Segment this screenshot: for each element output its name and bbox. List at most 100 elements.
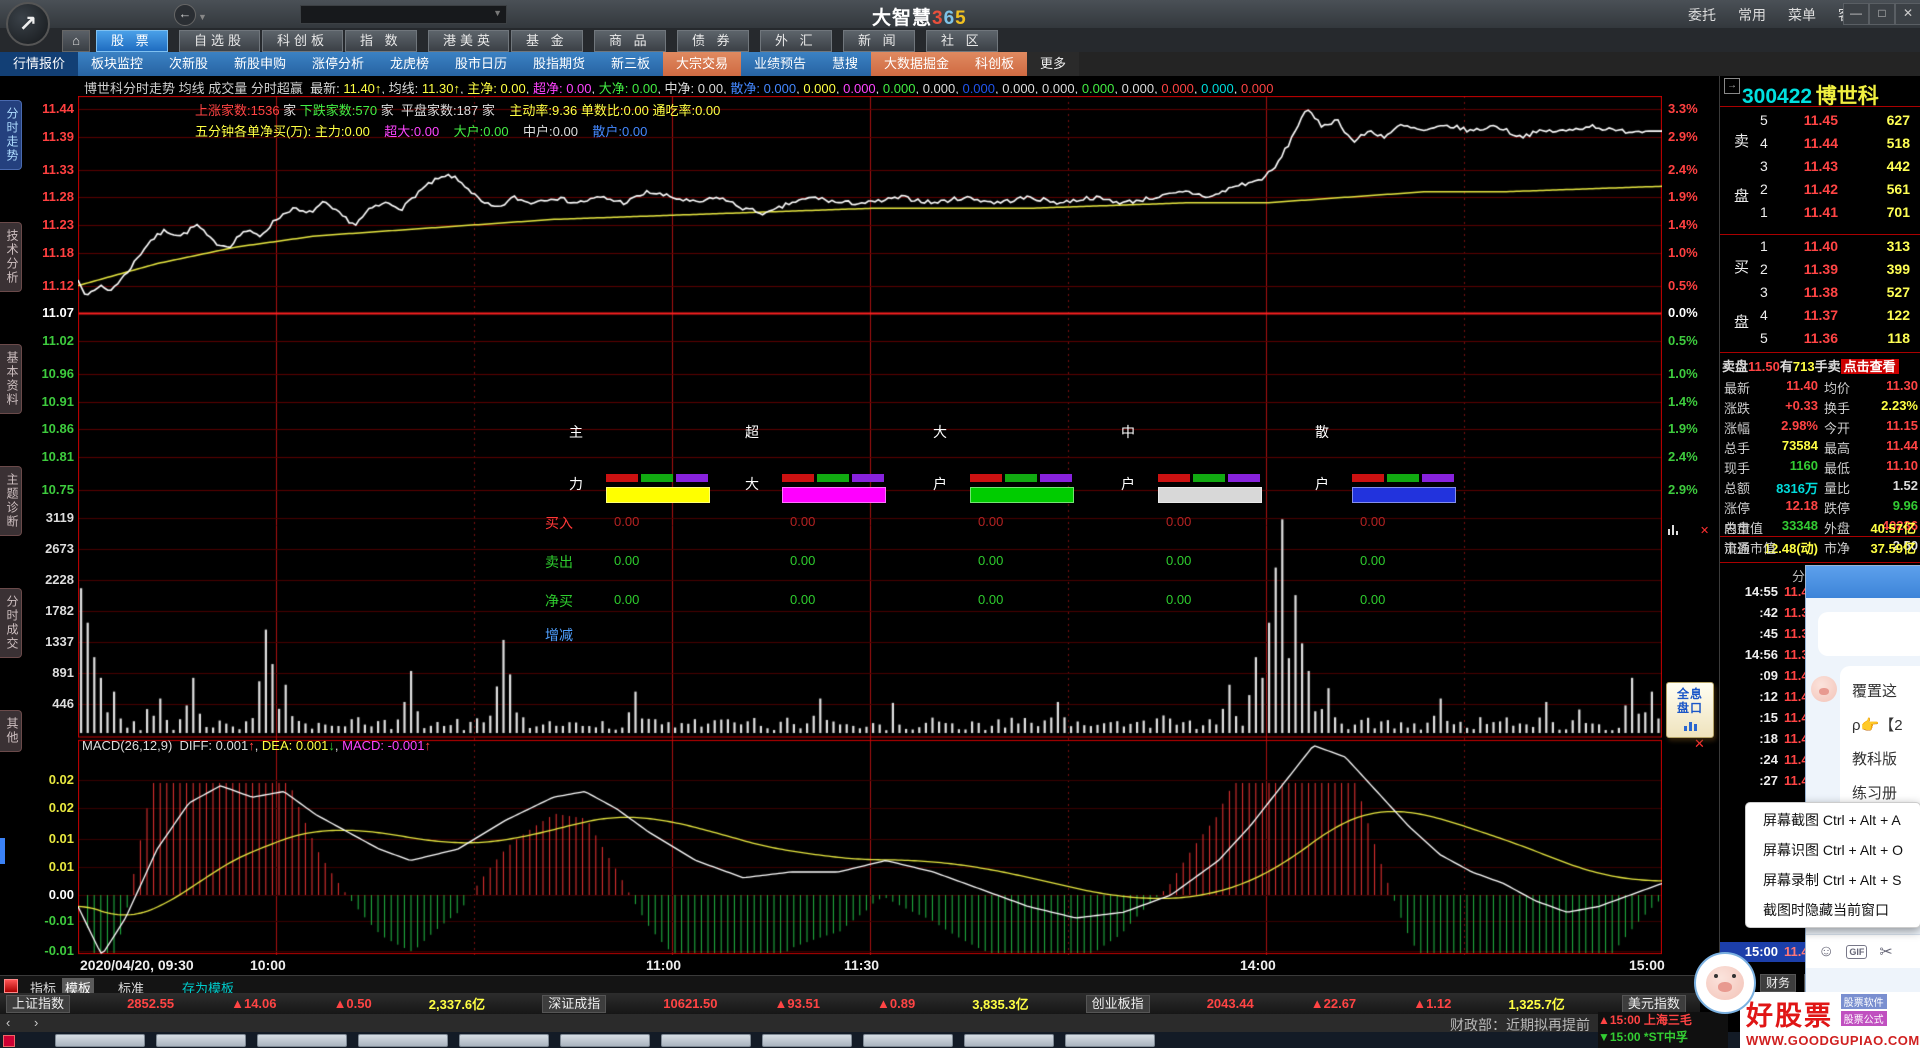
page-nav-arrows[interactable]: ‹ › — [6, 1015, 48, 1030]
index-value[interactable]: 2852.55 — [127, 996, 174, 1011]
volume-mini-icon[interactable] — [1668, 520, 1680, 535]
sidebar-tab-1[interactable]: 技术分析 — [0, 222, 22, 292]
index-name-chip[interactable]: 创业板指 — [1086, 995, 1150, 1013]
maximize-icon[interactable]: □ — [1869, 3, 1895, 25]
titlebar-menu-0[interactable]: 委托 — [1688, 5, 1716, 25]
menu-tab-6[interactable]: 商 品 — [594, 30, 666, 52]
left-scroll-marker[interactable] — [0, 838, 5, 864]
back-icon[interactable]: ← — [174, 4, 196, 26]
close-overlay-icon[interactable]: ✕ — [1700, 524, 1709, 537]
gif-icon[interactable]: GIF — [1846, 945, 1867, 959]
context-menu-item-1[interactable]: 屏幕识图 Ctrl + Alt + O — [1746, 835, 1920, 865]
stock-news-ticker[interactable]: ▲15:00 上海三毛▼15:00 *ST中孚 — [1598, 1012, 1728, 1048]
submenu-tab-8[interactable]: 新三板 — [598, 52, 663, 76]
taskbar-button-2[interactable] — [257, 1034, 347, 1047]
minimize-icon[interactable]: — — [1843, 3, 1869, 25]
index-value[interactable]: 2,337.6亿 — [429, 994, 485, 1013]
taskbar-button-7[interactable] — [762, 1034, 852, 1047]
taskbar-button-3[interactable] — [358, 1034, 448, 1047]
titlebar-menu-1[interactable]: 常用 — [1738, 5, 1766, 25]
submenu-tab-9[interactable]: 大宗交易 — [663, 52, 741, 76]
taskbar-button-1[interactable] — [156, 1034, 246, 1047]
emoji-icon[interactable]: ☺ — [1818, 943, 1834, 961]
fund-mini-bar — [1422, 474, 1454, 482]
sidebar-tab-0[interactable]: 分时走势 — [0, 100, 22, 170]
taskbar-button-4[interactable] — [459, 1034, 549, 1047]
submenu-tab-5[interactable]: 龙虎榜 — [377, 52, 442, 76]
menu-tab-5[interactable]: 基 金 — [511, 30, 583, 52]
home-icon[interactable]: ⌂ — [62, 30, 90, 52]
index-name-chip[interactable]: 深证成指 — [542, 995, 606, 1013]
fund-mini-bar — [1352, 474, 1384, 482]
submenu-tab-1[interactable]: 板块监控 — [78, 52, 156, 76]
index-value[interactable]: ▲1.12 — [1413, 996, 1451, 1011]
stat-value: 11.30 — [1854, 378, 1918, 393]
news-headline[interactable]: 财政部：近期拟再提前 — [1450, 1015, 1590, 1035]
submenu-tab-6[interactable]: 股市日历 — [442, 52, 520, 76]
index-value[interactable]: 3,835.3亿 — [972, 994, 1028, 1013]
sidebar-tab-3[interactable]: 主题诊断 — [0, 466, 22, 536]
titlebar-menu-2[interactable]: 菜单 — [1788, 5, 1816, 25]
index-value[interactable]: 10621.50 — [663, 996, 717, 1011]
taskbar-button-9[interactable] — [964, 1034, 1054, 1047]
holo-panel-button[interactable]: 全息 盘口 — [1666, 682, 1714, 738]
chat-popup-header[interactable] — [1806, 566, 1920, 598]
index-value[interactable]: 1,325.7亿 — [1508, 994, 1564, 1013]
index-value[interactable]: ▲0.89 — [877, 996, 915, 1011]
submenu-tab-12[interactable]: 大数据掘金 — [871, 52, 962, 76]
sidebar-tab-5[interactable]: 其他 — [0, 710, 22, 752]
menu-tab-1[interactable]: 自选股 — [179, 30, 260, 52]
menu-tab-10[interactable]: 社 区 — [926, 30, 998, 52]
panel-tab-0[interactable]: 财务 — [1760, 974, 1796, 992]
menu-tab-0[interactable]: 股 票 — [96, 30, 168, 52]
submenu-tab-4[interactable]: 涨停分析 — [299, 52, 377, 76]
submenu-tab-11[interactable]: 慧搜 — [819, 52, 871, 76]
intraday-chart[interactable] — [78, 96, 1662, 955]
submenu-tab-10[interactable]: 业绩预告 — [741, 52, 819, 76]
submenu-tab-14[interactable]: 更多 — [1027, 52, 1079, 76]
index-name-chip[interactable]: 上证指数 — [6, 995, 70, 1013]
sidebar-tab-2[interactable]: 基本资料 — [0, 344, 22, 414]
submenu-tab-13[interactable]: 科创板 — [962, 52, 1027, 76]
context-menu-item-2[interactable]: 屏幕录制 Ctrl + Alt + S — [1746, 865, 1920, 895]
index-value[interactable]: ▲0.50 — [334, 996, 372, 1011]
taskbar-button-8[interactable] — [863, 1034, 953, 1047]
submenu-tab-7[interactable]: 股指期货 — [520, 52, 598, 76]
menu-tab-9[interactable]: 新 闻 — [843, 30, 915, 52]
chat-popup-window[interactable]: 覆置这ρ👉【2教科版练习册 ☺GIF✂ — [1805, 565, 1920, 994]
sidebar-tab-4[interactable]: 分时成交 — [0, 588, 22, 658]
context-menu-item-3[interactable]: 截图时隐藏当前窗口 — [1746, 895, 1920, 925]
taskbar-button-10[interactable] — [1065, 1034, 1155, 1047]
volume-axis-label: 1337 — [30, 634, 74, 649]
index-value[interactable]: ▲93.51 — [775, 996, 820, 1011]
index-name-chip[interactable]: 美元指数 — [1622, 995, 1686, 1013]
index-value[interactable]: ▲14.06 — [231, 996, 276, 1011]
taskbar-button-0[interactable] — [55, 1034, 145, 1047]
submenu-tab-3[interactable]: 新股申购 — [221, 52, 299, 76]
close-indicator-icon[interactable]: ✕ — [1694, 736, 1705, 752]
submenu-tab-0[interactable]: 行情报价 — [0, 52, 78, 76]
submenu-tab-2[interactable]: 次新股 — [156, 52, 221, 76]
scissors-icon[interactable]: ✂ — [1879, 942, 1892, 962]
index-value[interactable]: 2043.44 — [1207, 996, 1254, 1011]
menu-tab-8[interactable]: 外 汇 — [760, 30, 832, 52]
goodgupiao-logo[interactable]: 好股票 股票软件股票公式 WWW.GOODGUPIAO.COM — [1740, 992, 1920, 1048]
taskbar-button-5[interactable] — [560, 1034, 650, 1047]
alert-view-button[interactable]: 点击查看 — [1841, 359, 1899, 374]
stat-value: 1160 — [1754, 458, 1818, 473]
menu-tab-3[interactable]: 指 数 — [345, 30, 417, 52]
menu-tab-4[interactable]: 港美英 — [428, 30, 509, 52]
index-value[interactable]: ▲22.67 — [1311, 996, 1356, 1011]
taskbar-start-icon[interactable] — [3, 1035, 15, 1047]
taskbar-button-6[interactable] — [661, 1034, 751, 1047]
menu-tab-2[interactable]: 科创板 — [262, 30, 343, 52]
collapse-panel-icon[interactable]: → — [1724, 78, 1740, 94]
sell-alert-row[interactable]: 卖盘11.50有713手卖点击查看 — [1722, 356, 1899, 375]
symbol-dropdown[interactable]: ▼ — [300, 5, 507, 24]
text-segment: 超大:0.00 — [384, 124, 439, 139]
context-menu-item-0[interactable]: 屏幕截图 Ctrl + Alt + A — [1746, 805, 1920, 835]
level-price: 11.38 — [1778, 284, 1838, 300]
back-dropdown-caret[interactable]: ▼ — [198, 12, 207, 22]
close-icon[interactable]: ✕ — [1895, 3, 1920, 25]
menu-tab-7[interactable]: 债 券 — [677, 30, 749, 52]
